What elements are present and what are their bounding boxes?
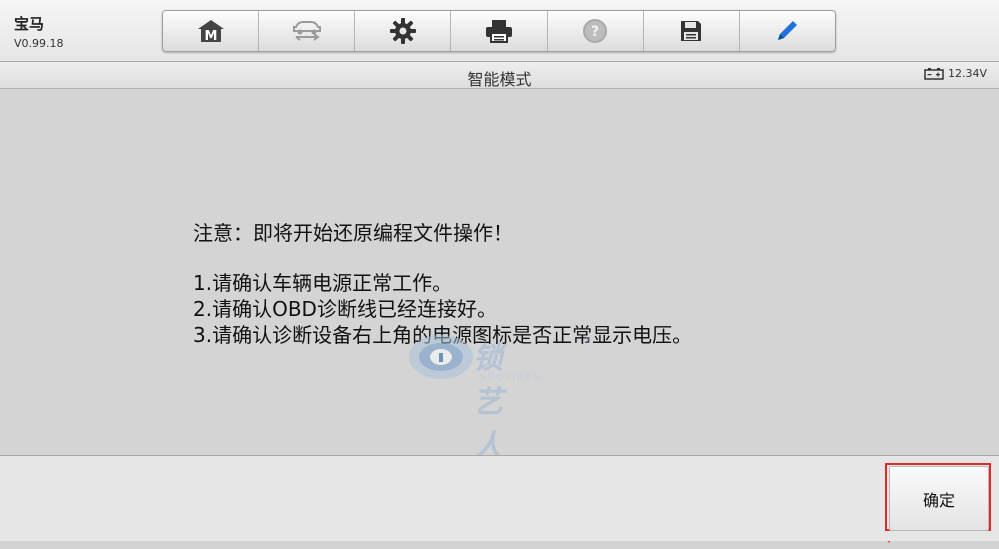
- save-button[interactable]: [644, 11, 740, 51]
- instruction-line-2: 2.请确认OBD诊断线已经连接好。: [193, 297, 497, 321]
- battery-status: 12.34V: [924, 67, 987, 80]
- svg-text:?: ?: [591, 24, 599, 40]
- help-button[interactable]: ?: [548, 11, 644, 51]
- watermark-logo: 锁艺人 ® SUOYIREN: [406, 329, 593, 464]
- home-icon: M: [197, 20, 224, 44]
- watermark-emblem-icon: [409, 335, 473, 379]
- help-icon: ?: [583, 19, 608, 43]
- home-button[interactable]: M: [163, 11, 260, 51]
- settings-button[interactable]: [355, 11, 452, 51]
- instruction-line-1: 1.请确认车辆电源正常工作。: [193, 271, 453, 295]
- print-button[interactable]: [451, 11, 548, 51]
- pen-icon: [778, 21, 798, 40]
- vehicle-swap-button[interactable]: [259, 11, 356, 51]
- app-version: V0.99.18: [14, 37, 64, 50]
- top-bar: 宝马 V0.99.18 M ?: [0, 0, 999, 62]
- watermark-registered: ®: [582, 333, 593, 346]
- watermark-subtext: SUOYIREN: [480, 373, 542, 383]
- save-icon: [681, 21, 702, 41]
- ok-button[interactable]: 确定: [889, 466, 989, 531]
- printer-icon: [485, 20, 512, 43]
- vehicle-swap-icon: [292, 21, 321, 41]
- app-title: 宝马: [14, 15, 45, 33]
- page-title: 智能模式: [467, 70, 532, 89]
- warning-heading: 注意：即将开始还原编程文件操作！: [193, 221, 513, 245]
- gear-icon: [389, 18, 416, 44]
- main-content: 注意：即将开始还原编程文件操作！ 1.请确认车辆电源正常工作。 2.请确认OBD…: [0, 89, 999, 543]
- bottom-bar: 确定: [0, 455, 999, 541]
- svg-text:M: M: [204, 29, 217, 44]
- edit-button[interactable]: [740, 11, 835, 51]
- watermark-text: 锁艺人: [473, 341, 504, 464]
- toolbar: M ?: [162, 10, 836, 52]
- title-bar: 智能模式 12.34V: [0, 62, 999, 89]
- battery-icon: [924, 67, 944, 80]
- voltage-value: 12.34V: [947, 67, 987, 80]
